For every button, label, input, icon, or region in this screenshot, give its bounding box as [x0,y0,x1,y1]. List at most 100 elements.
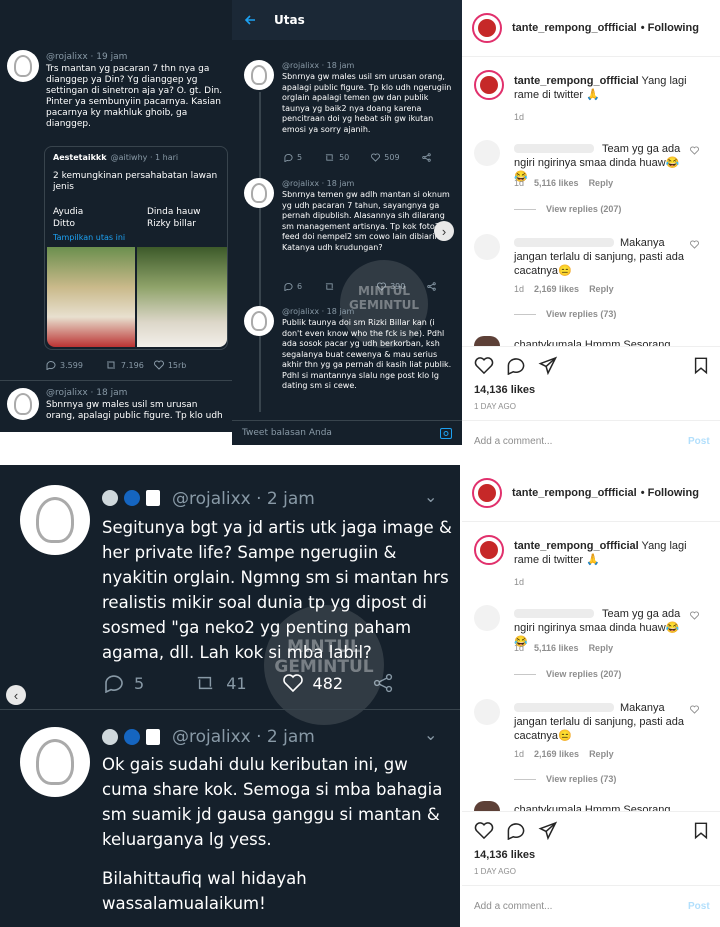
tweet-text: Trs mantan yg pacaran 7 thn nya ga diang… [46,64,223,129]
avatar[interactable] [472,478,502,508]
comment-likes[interactable]: 2,169 likes [534,284,579,294]
share-icon[interactable] [421,153,431,162]
avatar[interactable] [244,178,274,208]
avatar[interactable] [244,306,274,336]
avatar[interactable] [474,699,500,725]
action-bar [474,356,710,375]
avatar[interactable] [474,234,500,260]
tweet-actions: 3.599 7.196 15rb [46,360,186,370]
heart-icon[interactable] [474,356,494,375]
carousel-prev-button[interactable]: ‹ [6,685,26,705]
lock-icon [146,490,160,506]
retweet-icon[interactable] [324,282,335,291]
comment-meta: 1d 2,169 likes Reply [514,284,614,294]
share-icon[interactable] [427,282,437,291]
chevron-down-icon[interactable]: ⌄ [424,487,437,506]
reply-button[interactable]: Reply [589,284,614,294]
post-button[interactable]: Post [688,436,710,447]
reply-icon[interactable] [284,282,293,291]
avatar[interactable] [7,50,39,82]
view-replies-label: View replies (73) [546,309,617,319]
comment-likes[interactable]: 5,116 likes [534,643,579,653]
quoted-tweet[interactable]: Aestetaikkk @aitiwhy · 1 hari 2 kemungki… [44,146,228,350]
retweet-icon[interactable] [105,360,117,370]
view-replies-button[interactable]: View replies (207) [514,669,621,679]
avatar[interactable] [474,801,500,811]
wedding-photo-right [137,247,227,347]
heart-icon[interactable] [371,153,381,162]
ig-header: tante_rempong_offficial • Following [472,10,718,46]
add-comment-input[interactable]: Add a comment... [474,436,552,447]
image-icon[interactable] [440,427,452,439]
retweet-count: 41 [226,673,247,693]
heart-icon[interactable] [690,146,699,155]
chevron-left-icon: ‹ [13,687,19,703]
bookmark-icon[interactable] [692,821,710,840]
account-name[interactable]: tante_rempong_offficial [512,486,637,500]
watermark-line-1: MINTUL [357,284,411,298]
wedding-photo-left [47,247,135,347]
badge-icons [102,490,160,506]
heart-icon[interactable] [690,240,699,249]
heart-icon[interactable] [690,611,699,620]
caption-account[interactable]: tante_rempong_offficial [514,540,639,552]
avatar[interactable] [7,388,39,420]
view-replies-button[interactable]: View replies (207) [514,204,621,214]
heart-icon[interactable] [153,360,164,370]
tweet-actions: 5 50 509 [284,153,431,162]
badge-icons [102,729,160,745]
reply-button[interactable]: Reply [589,749,614,759]
add-comment-input[interactable]: Add a comment... [474,901,552,912]
retweet-icon[interactable] [324,153,335,162]
heart-icon[interactable] [474,821,494,840]
send-icon[interactable] [538,356,558,375]
caption-account[interactable]: tante_rempong_offficial [514,75,639,87]
following-label[interactable]: • Following [641,21,699,35]
reply-icon[interactable] [284,153,293,162]
bookmark-icon[interactable] [692,356,710,375]
quote-author-name: Aestetaikkk [53,153,107,162]
view-replies-button[interactable]: View replies (73) [514,774,616,784]
reply-icon[interactable] [104,673,124,693]
retweet-icon[interactable] [194,674,216,692]
account-name[interactable]: tante_rempong_offficial [512,21,637,35]
heart-icon[interactable] [690,705,699,714]
comment-likes[interactable]: 5,116 likes [534,178,579,188]
instagram-panel-top: tante_rempong_offficial • Following tant… [462,0,720,460]
reply-count: 5 [297,153,303,162]
caption-time: 1d [514,112,525,122]
caption: tante_rempong_offficial Yang lagi rame d… [514,74,710,102]
likes-count[interactable]: 14,136 likes [474,848,535,862]
chevron-down-icon[interactable]: ⌄ [424,725,437,744]
reply-input[interactable]: Tweet balasan Anda [242,428,332,438]
tweet-handle: @rojalixx · 2 jam [172,489,315,509]
show-thread-link[interactable]: Tampilkan utas ini [53,233,125,242]
avatar[interactable] [20,727,90,797]
avatar[interactable] [474,140,500,166]
reply-icon[interactable] [46,360,56,370]
quote-right-1: Dinda hauw [147,207,201,217]
avatar[interactable] [474,535,504,565]
avatar[interactable] [20,485,90,555]
comment-icon[interactable] [506,356,526,375]
avatar[interactable] [474,605,500,631]
carousel-next-button[interactable]: › [434,221,454,241]
following-label[interactable]: • Following [641,486,699,500]
post-button[interactable]: Post [688,901,710,912]
view-replies-button[interactable]: View replies (73) [514,309,616,319]
avatar[interactable] [472,13,502,43]
avatar[interactable] [474,336,500,346]
chevron-right-icon: › [441,223,447,239]
comment-icon[interactable] [506,821,526,840]
likes-count[interactable]: 14,136 likes [474,383,535,397]
comment-text: Makanya jangan terlalu di sanjung, pasti… [514,702,685,742]
tweet-text: Publik taunya doi sm Rizki Billar kan (i… [282,318,452,390]
reply-button[interactable]: Reply [589,178,614,188]
avatar[interactable] [244,60,274,90]
divider [462,346,720,347]
reply-button[interactable]: Reply [589,643,614,653]
comment-likes[interactable]: 2,169 likes [534,749,579,759]
avatar[interactable] [474,70,504,100]
send-icon[interactable] [538,821,558,840]
back-arrow-icon[interactable] [244,14,256,26]
